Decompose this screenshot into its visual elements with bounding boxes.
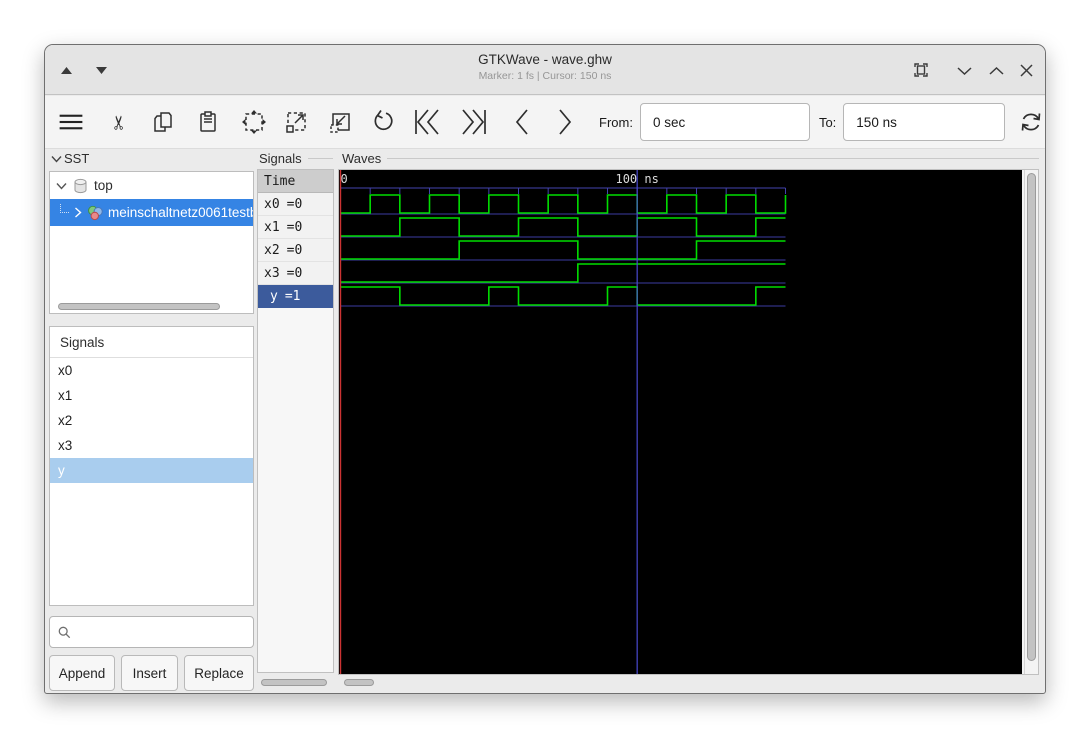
fullscreen-icon: [914, 63, 928, 77]
paste-icon: [200, 111, 216, 132]
to-input[interactable]: [843, 103, 1006, 141]
marker-cursor-status: Marker: 1 fs | Cursor: 150 ns: [478, 70, 612, 82]
close-icon: [1019, 63, 1033, 77]
sst-tree: top meinschaltnetz0061testb: [49, 171, 254, 314]
chevron-up-icon: [988, 66, 1004, 75]
list-item-x3[interactable]: x3: [50, 433, 253, 458]
copy-icon: [154, 112, 172, 132]
signal-row-x3[interactable]: x3 =0: [258, 262, 333, 285]
waves-hscrollbar[interactable]: [338, 677, 1039, 688]
wave-canvas[interactable]: 0 100 ns: [339, 170, 1022, 674]
search-icon: [58, 626, 71, 638]
facility-list: Signals x0 x1 x2 x3 y: [49, 326, 254, 606]
fullscreen-button[interactable]: [910, 59, 932, 81]
signal-row-y[interactable]: y =1: [258, 285, 333, 308]
go-to-start-button[interactable]: [414, 109, 444, 135]
chevron-right-icon: [559, 109, 572, 135]
wave-canvas-svg: 0 100 ns: [339, 170, 787, 674]
signals-hscrollbar[interactable]: [257, 677, 334, 688]
module-icon: [87, 205, 103, 220]
chevron-left-icon: [515, 109, 528, 135]
tree-item-meinschaltnetz[interactable]: meinschaltnetz0061testb: [50, 199, 253, 226]
waves-hscrollbar-thumb[interactable]: [344, 679, 374, 686]
waves-panel-header: Waves: [342, 151, 1039, 166]
list-item-x0[interactable]: x0: [50, 358, 253, 383]
skip-to-start-icon: [415, 109, 439, 135]
sst-header[interactable]: SST: [51, 151, 89, 166]
list-item-y[interactable]: y: [50, 458, 253, 483]
insert-button[interactable]: Insert: [121, 655, 178, 691]
tree-item-top[interactable]: top: [50, 172, 253, 199]
cut-button[interactable]: ✂: [107, 109, 133, 135]
toolbar: ✂ From: 0 sec To: 150 ns: [45, 96, 1045, 149]
sst-hscrollbar[interactable]: [52, 301, 251, 312]
zoom-out-button[interactable]: [328, 109, 354, 135]
gtkwave-window: GTKWave - wave.ghw Marker: 1 fs | Cursor…: [44, 44, 1046, 694]
search-input[interactable]: [77, 624, 253, 640]
shift-right-button[interactable]: [552, 109, 578, 135]
skip-to-end-icon: [462, 109, 486, 135]
signal-row-x0[interactable]: x0 =0: [258, 193, 333, 216]
expander-closed-icon: [74, 207, 82, 218]
signals-panel-header: Signals: [259, 151, 333, 166]
scissors-icon: ✂: [109, 114, 131, 130]
paste-button[interactable]: [195, 109, 221, 135]
append-button[interactable]: Append: [49, 655, 115, 691]
from-label: From:: [599, 114, 633, 130]
close-button[interactable]: [1015, 59, 1037, 81]
from-input[interactable]: [639, 103, 810, 141]
list-item-x2[interactable]: x2: [50, 408, 253, 433]
chevron-down-icon: [956, 66, 972, 75]
signal-row-x2[interactable]: x2 =0: [258, 239, 333, 262]
sst-hscrollbar-thumb[interactable]: [58, 303, 220, 310]
zoom-in-icon: [286, 112, 306, 133]
window-title: GTKWave - wave.ghw: [478, 52, 612, 67]
svg-text:0: 0: [341, 172, 348, 186]
waves-vscrollbar-thumb[interactable]: [1027, 173, 1036, 661]
reload-button[interactable]: [1018, 109, 1044, 135]
maximize-button[interactable]: [985, 59, 1007, 81]
collapse-chevron-icon: [51, 155, 62, 163]
zoom-out-icon: [330, 113, 350, 133]
list-item-x1[interactable]: x1: [50, 383, 253, 408]
signals-hscrollbar-thumb[interactable]: [261, 679, 327, 686]
signals-name-column: Time x0 =0 x1 =0 x2 =0 x3 =0 y =1: [257, 169, 334, 673]
titlebar[interactable]: GTKWave - wave.ghw Marker: 1 fs | Cursor…: [45, 45, 1045, 95]
go-to-end-button[interactable]: [457, 109, 487, 135]
zoom-in-button[interactable]: [284, 109, 310, 135]
waves-panel: 0 100 ns: [338, 169, 1039, 675]
minimize-button[interactable]: [953, 59, 975, 81]
time-header-cell[interactable]: Time: [258, 170, 333, 193]
copy-button[interactable]: [150, 109, 176, 135]
hamburger-menu-icon: [59, 114, 83, 130]
shift-left-button[interactable]: [509, 109, 535, 135]
replace-button[interactable]: Replace: [184, 655, 254, 691]
undo-icon: [374, 110, 393, 131]
signal-row-x1[interactable]: x1 =0: [258, 216, 333, 239]
scope-cylinder-icon: [74, 178, 87, 193]
reload-icon: [1021, 113, 1041, 131]
zoom-fit-icon: [242, 110, 266, 134]
expander-open-icon: [56, 182, 67, 190]
signal-search-box[interactable]: [49, 616, 254, 648]
waves-vscrollbar[interactable]: [1024, 170, 1038, 674]
menu-button[interactable]: [58, 109, 84, 135]
undo-button[interactable]: [371, 109, 397, 135]
facility-list-header: Signals: [50, 327, 253, 358]
tree-connector: [60, 204, 69, 213]
zoom-fit-button[interactable]: [241, 109, 267, 135]
to-label: To:: [818, 114, 837, 130]
